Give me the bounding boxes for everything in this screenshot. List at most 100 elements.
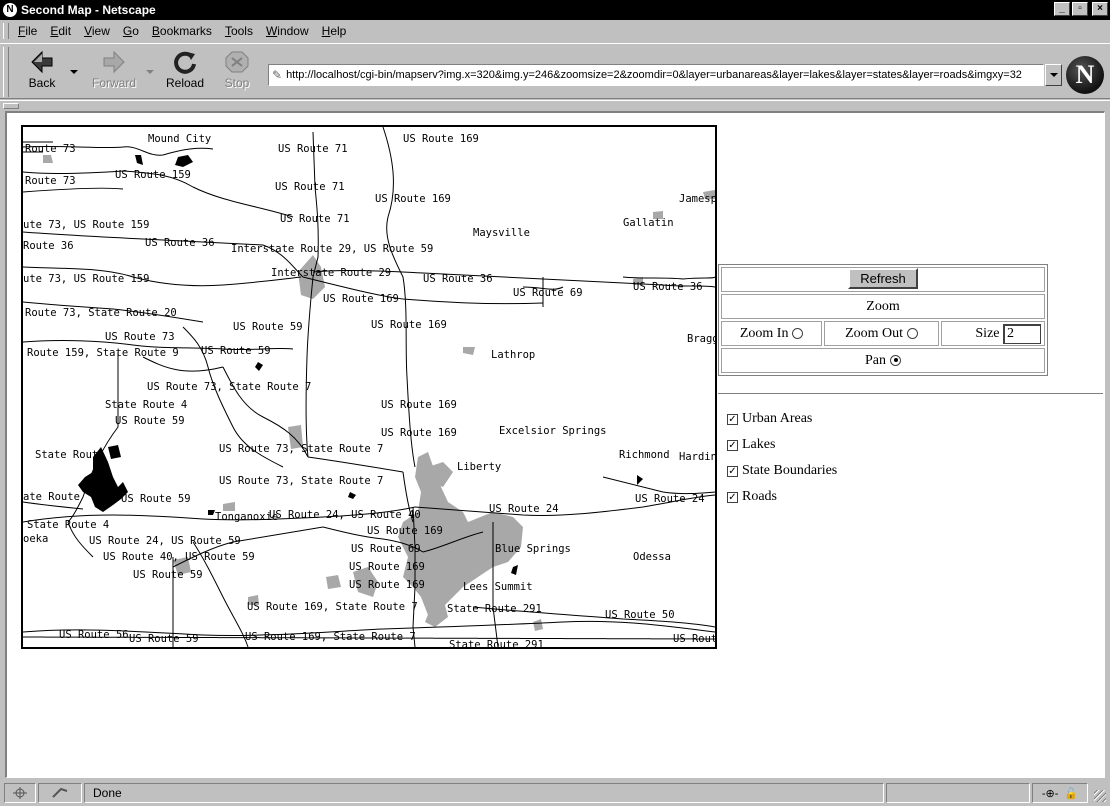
menu-window[interactable]: Window bbox=[266, 24, 309, 38]
map-label: Interstate Route 29 bbox=[271, 267, 392, 279]
map-label: US Route 169 bbox=[371, 319, 447, 331]
map-label: US Route 73, State Route 7 bbox=[147, 381, 312, 393]
progress-panel bbox=[886, 783, 1030, 803]
map-label: Route 73 bbox=[25, 175, 76, 187]
map-label: Route 73 bbox=[25, 143, 76, 155]
map-label: US Route 71 bbox=[280, 213, 350, 225]
map-label: Liberty bbox=[457, 461, 502, 473]
layer-roads: ✓ Roads bbox=[727, 484, 837, 510]
menu-tools[interactable]: Tools bbox=[225, 24, 253, 38]
menu-bookmarks[interactable]: Bookmarks bbox=[152, 24, 212, 38]
map-label: US Route 73, State Route 7 bbox=[219, 443, 384, 455]
layer-list: ✓ Urban Areas ✓ Lakes ✓ State Boundaries ✓ R… bbox=[727, 406, 837, 510]
menu-edit[interactable]: Edit bbox=[50, 24, 71, 38]
menu-help[interactable]: Help bbox=[322, 24, 347, 38]
minimize-button[interactable]: _ bbox=[1054, 2, 1070, 16]
map-label: State Route 291 bbox=[447, 603, 542, 615]
menubar-grip[interactable] bbox=[3, 23, 9, 39]
map-image[interactable]: Mound City US Route 169 Route 73 US Rout… bbox=[21, 125, 717, 649]
map-controls-table: Refresh Zoom Zoom In Zoom Out Size 2 Pan bbox=[718, 264, 1048, 376]
zoom-out-label: Zoom Out bbox=[845, 325, 904, 341]
url-text: http://localhost/cgi-bin/mapserv?img.x=3… bbox=[286, 69, 1022, 81]
map-label: US Route 169 bbox=[375, 193, 451, 205]
reload-label: Reload bbox=[165, 76, 205, 90]
forward-label: Forward bbox=[91, 76, 136, 90]
online-plug-icon[interactable]: -⊕- bbox=[1042, 787, 1059, 800]
lakes-label: Lakes bbox=[742, 437, 776, 452]
lakes-checkbox[interactable]: ✓ bbox=[727, 439, 738, 451]
map-label: US Route 24, US Route 59 bbox=[89, 535, 241, 547]
back-dropdown-arrow[interactable] bbox=[70, 70, 78, 74]
page-icon: ✎ bbox=[272, 68, 283, 82]
status-text-panel: Done bbox=[84, 783, 884, 803]
map-label: ute 73, US Route 159 bbox=[23, 273, 150, 285]
menu-go[interactable]: Go bbox=[123, 24, 139, 38]
refresh-cell: Refresh bbox=[721, 267, 1045, 292]
roads-checkbox[interactable]: ✓ bbox=[727, 491, 738, 503]
stop-button[interactable]: Stop bbox=[209, 48, 265, 96]
reload-button[interactable]: Reload bbox=[157, 48, 213, 96]
chevron-down-icon bbox=[1049, 73, 1058, 77]
map-label: US Route 159 bbox=[115, 169, 191, 181]
map-label: US Route 73 bbox=[105, 331, 175, 343]
refresh-button[interactable]: Refresh bbox=[848, 268, 918, 289]
urban-areas-checkbox[interactable]: ✓ bbox=[727, 413, 738, 425]
map-label: US Route 50 bbox=[605, 609, 675, 621]
map-label: Route 36 bbox=[23, 240, 74, 252]
close-button[interactable]: × bbox=[1092, 2, 1108, 16]
component-icon[interactable] bbox=[4, 783, 36, 803]
security-icon[interactable] bbox=[38, 783, 82, 803]
maximize-button[interactable]: ▫ bbox=[1072, 2, 1088, 16]
map-label: US Route 71 bbox=[275, 181, 345, 193]
map-label: US Route 59 bbox=[233, 321, 303, 333]
back-button[interactable]: Back bbox=[14, 48, 70, 96]
title-bar: N Second Map - Netscape _ ▫ × bbox=[0, 0, 1110, 20]
status-text: Done bbox=[93, 786, 122, 800]
map-label: State Route 291 bbox=[449, 639, 544, 649]
map-label: Lathrop bbox=[491, 349, 536, 361]
map-label: Lees Summit bbox=[463, 581, 533, 593]
map-label: US Route 36 bbox=[633, 281, 703, 293]
url-dropdown-button[interactable] bbox=[1045, 64, 1062, 86]
map-label: State Route 4 bbox=[35, 449, 118, 461]
forward-button[interactable]: Forward bbox=[86, 48, 142, 96]
map-label: US Route 59 bbox=[201, 345, 271, 357]
zoom-in-radio[interactable] bbox=[792, 327, 804, 339]
forward-dropdown-arrow[interactable] bbox=[146, 70, 154, 74]
zoom-size-input[interactable]: 2 bbox=[1003, 323, 1041, 344]
map-label: Odessa bbox=[633, 551, 671, 563]
state-boundaries-checkbox[interactable]: ✓ bbox=[727, 465, 738, 477]
map-label: US Route 169 bbox=[381, 399, 457, 411]
pan-radio[interactable] bbox=[890, 354, 901, 366]
map-label: US Route 69 bbox=[513, 287, 583, 299]
collapse-tab[interactable] bbox=[3, 103, 19, 109]
map-label: State Route 4 bbox=[27, 519, 110, 531]
netscape-throbber-icon[interactable]: N bbox=[1066, 56, 1104, 94]
map-label: US Rout bbox=[673, 633, 717, 645]
map-label: Richmond bbox=[619, 449, 670, 461]
roads-label: Roads bbox=[742, 489, 777, 504]
map-label: Blue Springs bbox=[495, 543, 571, 555]
map-label: State Route 4 bbox=[105, 399, 188, 411]
pan-cell: Pan bbox=[721, 348, 1045, 373]
zoom-out-radio[interactable] bbox=[907, 327, 919, 339]
map-label: US Route 59 bbox=[121, 493, 191, 505]
map-label: US Route 56 bbox=[59, 629, 129, 641]
url-input[interactable]: ✎ http://localhost/cgi-bin/mapserv?img.x… bbox=[268, 64, 1044, 86]
map-label: US Route 169 bbox=[323, 293, 399, 305]
size-label: Size bbox=[975, 325, 1000, 341]
reload-icon bbox=[157, 48, 213, 76]
menu-view[interactable]: View bbox=[84, 24, 110, 38]
resize-grip-icon[interactable] bbox=[1094, 790, 1106, 802]
lock-icon[interactable]: 🔓 bbox=[1064, 787, 1078, 800]
map-label: US Route 169 bbox=[349, 579, 425, 591]
map-label: US Route 59 bbox=[129, 633, 199, 645]
map-label: US Route 169 bbox=[367, 525, 443, 537]
menu-file[interactable]: File bbox=[18, 24, 37, 38]
back-arrow-icon bbox=[14, 48, 70, 76]
toolbar-grip[interactable] bbox=[3, 47, 9, 97]
map-label: Mound City bbox=[148, 133, 212, 145]
stop-label: Stop bbox=[224, 76, 250, 90]
map-label: Hardin bbox=[679, 451, 717, 463]
map-label: US Route 40, US Route 59 bbox=[103, 551, 255, 563]
